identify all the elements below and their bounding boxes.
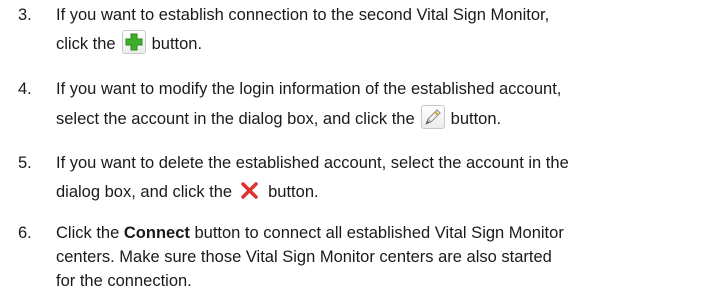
- step-text: select the account in the dialog box, an…: [56, 110, 415, 128]
- step-text-line: If you want to delete the established ac…: [56, 150, 569, 176]
- step-text: click the: [56, 35, 116, 53]
- delete-icon: [238, 178, 262, 202]
- step-text-line: If you want to modify the login informat…: [56, 76, 561, 102]
- step-number: 5.: [18, 154, 32, 172]
- step-text-line: for the connection.: [56, 268, 192, 294]
- add-icon: [121, 29, 146, 54]
- step-text-line: centers. Make sure those Vital Sign Moni…: [56, 244, 552, 270]
- step-text-line: Click the Connect button to connect all …: [56, 220, 564, 246]
- step-number: 3.: [18, 6, 32, 24]
- connect-keyword: Connect: [123, 224, 190, 242]
- step-text-line: dialog box, and click the button.: [56, 179, 319, 205]
- step-text: button.: [450, 110, 502, 128]
- step-text: centers. Make sure those Vital Sign Moni…: [56, 248, 552, 266]
- step-text: button to connect all established Vital …: [194, 224, 564, 242]
- step-number: 4.: [18, 80, 32, 98]
- edit-icon: [420, 104, 445, 129]
- step-text-line: click the button.: [56, 29, 203, 57]
- step-text: for the connection.: [56, 272, 192, 290]
- step-text: button.: [151, 35, 203, 53]
- step-text: If you want to establish connection to t…: [56, 6, 550, 24]
- step-text-line: select the account in the dialog box, an…: [56, 104, 502, 132]
- step-text: Click the: [56, 224, 120, 242]
- step-text: If you want to modify the login informat…: [56, 80, 562, 98]
- step-text: button.: [268, 183, 319, 201]
- step-number: 6.: [18, 224, 32, 242]
- step-text-line: If you want to establish connection to t…: [56, 2, 549, 28]
- step-text: If you want to delete the established ac…: [56, 154, 569, 172]
- step-text: dialog box, and click the: [56, 183, 233, 201]
